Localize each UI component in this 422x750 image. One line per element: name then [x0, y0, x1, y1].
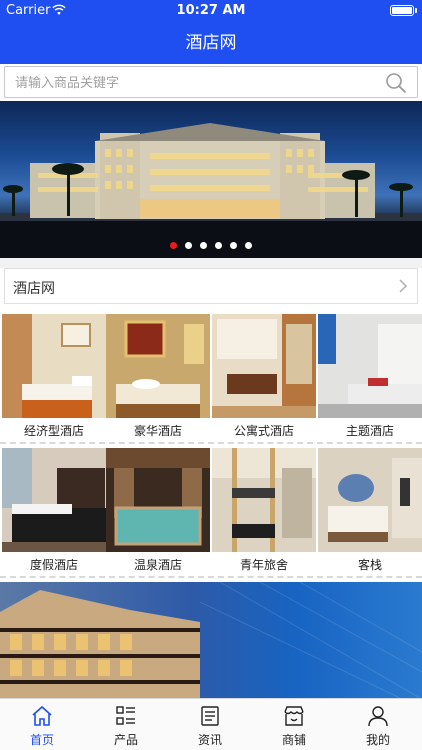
category-thumbnail — [2, 448, 106, 552]
divider — [0, 258, 422, 268]
carousel-dot[interactable] — [200, 242, 207, 249]
category-theme-hotel[interactable]: 主题酒店 — [318, 314, 422, 444]
category-thumbnail — [2, 314, 106, 418]
category-label: 青年旅舍 — [239, 558, 288, 572]
category-inn[interactable]: 客栈 — [318, 448, 422, 578]
banner-carousel[interactable] — [0, 101, 422, 258]
category-apartment-hotel[interactable]: 公寓式酒店 — [212, 314, 316, 444]
category-luxury-hotel[interactable]: 豪华酒店 — [106, 314, 210, 444]
carousel-dot[interactable] — [245, 242, 252, 249]
category-thumbnail — [212, 448, 316, 552]
category-thumbnail — [318, 448, 422, 552]
tab-news[interactable]: 资讯 — [168, 699, 252, 750]
section-label: 酒店网 — [13, 281, 55, 297]
bottom-tab-bar: 首页 产品 资讯 商铺 我的 — [0, 698, 422, 750]
promo-banner[interactable] — [0, 582, 422, 698]
page-title: 酒店网 — [0, 22, 422, 64]
carousel-dot[interactable] — [215, 242, 222, 249]
grid-row-divider — [0, 576, 422, 578]
tab-label: 产品 — [113, 733, 138, 747]
category-thumbnail — [318, 314, 422, 418]
category-label: 公寓式酒店 — [233, 424, 294, 438]
grid-list-icon — [116, 706, 135, 725]
carousel-dot[interactable] — [230, 242, 237, 249]
carousel-dot[interactable] — [185, 242, 192, 249]
tab-label: 我的 — [365, 733, 390, 747]
tab-label: 商铺 — [281, 733, 306, 747]
category-label: 温泉酒店 — [133, 558, 182, 572]
section-link-hotel[interactable]: 酒店网 — [4, 268, 418, 304]
category-economy-hotel[interactable]: 经济型酒店 — [2, 314, 106, 444]
carousel-dots[interactable] — [0, 242, 422, 249]
search-input[interactable] — [15, 73, 375, 93]
category-youth-hostel[interactable]: 青年旅舍 — [212, 448, 316, 578]
tab-label: 资讯 — [197, 733, 222, 747]
category-label: 客栈 — [357, 558, 382, 572]
store-icon — [284, 706, 304, 726]
news-icon — [201, 706, 219, 726]
category-hot-spring-hotel[interactable]: 温泉酒店 — [106, 448, 210, 578]
search-box[interactable] — [4, 66, 418, 98]
battery-icon — [390, 5, 417, 16]
carousel-dot[interactable] — [170, 242, 177, 249]
user-icon — [368, 706, 388, 727]
category-label: 豪华酒店 — [133, 424, 182, 438]
tab-store[interactable]: 商铺 — [252, 699, 336, 750]
hotel-building-image — [0, 123, 422, 258]
status-bar: Carrier 10:27 AM — [0, 0, 422, 22]
tab-profile[interactable]: 我的 — [336, 699, 420, 750]
category-resort-hotel[interactable]: 度假酒店 — [2, 448, 106, 578]
grid-row-divider — [0, 442, 422, 444]
clock: 10:27 AM — [176, 3, 246, 18]
category-label: 主题酒店 — [345, 424, 394, 438]
search-bar — [0, 64, 422, 100]
category-thumbnail — [106, 314, 210, 418]
category-label: 度假酒店 — [29, 558, 78, 572]
chevron-right-icon — [399, 279, 408, 293]
tab-label: 首页 — [29, 733, 54, 747]
promo-image — [0, 582, 422, 698]
category-label: 经济型酒店 — [23, 424, 84, 438]
home-icon — [32, 705, 52, 726]
tab-products[interactable]: 产品 — [84, 699, 168, 750]
tab-home[interactable]: 首页 — [0, 699, 84, 750]
category-thumbnail — [106, 448, 210, 552]
category-thumbnail — [212, 314, 316, 418]
search-icon[interactable] — [385, 72, 407, 94]
